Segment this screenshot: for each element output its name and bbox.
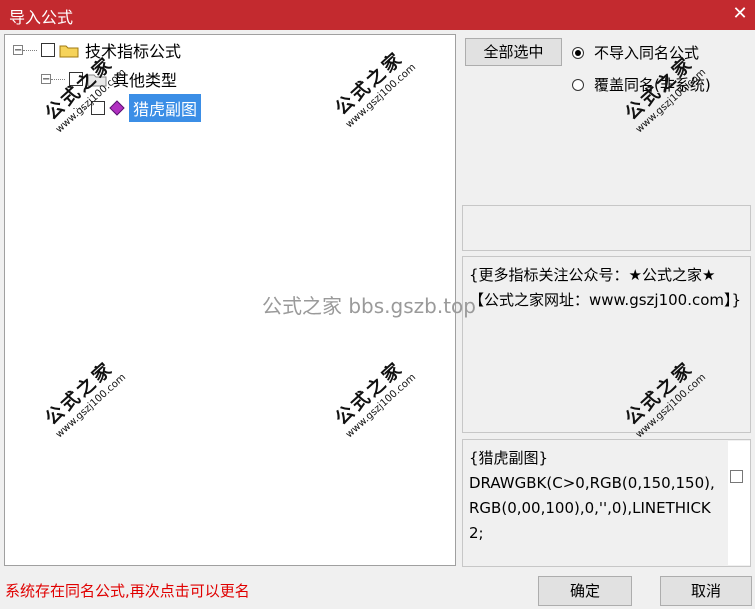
collapse-icon[interactable]: − — [13, 45, 23, 56]
folder-icon — [59, 45, 79, 57]
code-box[interactable]: {猎虎副图} DRAWGBK(C>0,RGB(0,150,150),RGB(0,… — [462, 439, 751, 567]
ok-button[interactable]: 确定 — [538, 576, 632, 606]
tree-label-leaf[interactable]: 猎虎副图 — [129, 94, 202, 122]
tree-connector — [51, 78, 65, 80]
collapse-icon[interactable]: − — [41, 74, 51, 85]
radio-unselected-icon[interactable] — [572, 78, 584, 91]
window-title: 导入公式 — [9, 8, 74, 27]
description-text: {更多指标关注公众号：★公式之家★ 【公式之家网址：www.gszj100.co… — [469, 266, 742, 309]
code-text[interactable]: {猎虎副图} DRAWGBK(C>0,RGB(0,150,150),RGB(0,… — [469, 446, 719, 546]
radio-selected-icon[interactable] — [572, 46, 584, 59]
watermark-text: 公式之家 bbs.gszb.top — [262, 294, 476, 318]
title-bar: 导入公式 ✕ — [0, 0, 755, 30]
scroll-checkbox[interactable] — [730, 470, 743, 483]
code-scroll-area — [728, 441, 750, 565]
empty-field — [462, 205, 751, 251]
checkbox-root[interactable] — [41, 43, 55, 57]
status-message: 系统存在同名公式,再次点击可以更名 — [5, 582, 250, 600]
close-button[interactable]: ✕ — [725, 0, 755, 30]
cancel-button[interactable]: 取消 — [660, 576, 752, 606]
select-all-button[interactable]: 全部选中 — [465, 38, 562, 66]
tree-connector — [23, 49, 37, 51]
